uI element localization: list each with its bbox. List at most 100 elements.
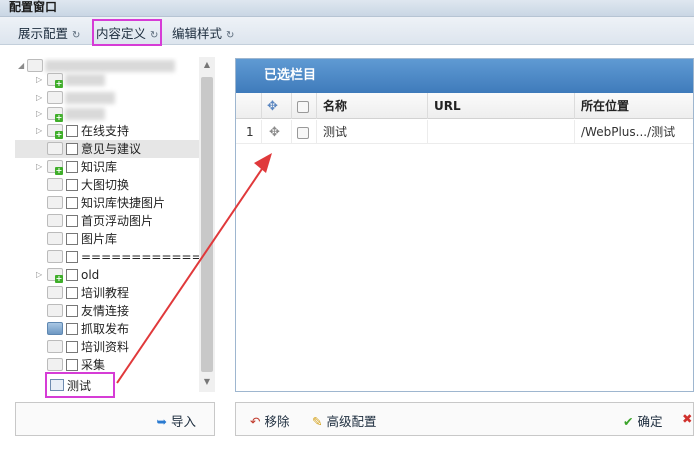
tree-checkbox[interactable] [66, 233, 78, 245]
tree-label: 意见与建议 [81, 142, 142, 156]
folder-open-icon [47, 322, 63, 335]
grid-header-row: ✥ 名称 URL 所在位置 [236, 93, 693, 119]
tree-label: 培训资料 [81, 340, 130, 354]
tree-row[interactable]: 培训资料 [15, 338, 200, 356]
action-toolbar: ↶ 移除 ✎ 高级配置 ✔ 确定 ✖ [235, 402, 694, 436]
tree-row[interactable]: 抓取发布 [15, 320, 200, 338]
table-row[interactable]: 1 ✥ 测试 /WebPlus.../测试 [236, 120, 693, 144]
tree-label: 大图切换 [81, 178, 130, 192]
row-checkbox-cell[interactable] [292, 120, 317, 144]
import-arrow-icon: ➥ [156, 414, 167, 429]
tree-checkbox[interactable] [66, 143, 78, 155]
tree-label: 知识库快捷图片 [81, 196, 166, 210]
folder-icon [47, 286, 63, 299]
document-icon [50, 379, 64, 391]
tree-checkbox[interactable] [66, 215, 78, 227]
tree-checkbox[interactable] [66, 359, 78, 371]
tree-checkbox[interactable] [66, 341, 78, 353]
tree-row[interactable]: 大图切换 [15, 176, 200, 194]
tree-checkbox[interactable] [66, 305, 78, 317]
expand-icon[interactable]: ▷ [36, 122, 42, 140]
refresh-icon[interactable]: ↻ [150, 30, 158, 41]
tree-checkbox[interactable] [66, 125, 78, 137]
tab-display-config[interactable]: 展示配置 ↻ [18, 23, 80, 42]
confirm-button[interactable]: ✔ 确定 [623, 411, 663, 430]
column-header-name[interactable]: 名称 [317, 93, 428, 119]
tree-row[interactable]: ▷ + 知识库 [15, 158, 200, 176]
scroll-down-icon[interactable]: ▼ [199, 377, 215, 386]
row-number: 1 [236, 120, 262, 144]
column-header-url[interactable]: URL [428, 93, 575, 119]
tree-row[interactable]: 培训教程 [15, 284, 200, 302]
expand-icon[interactable]: ▷ [36, 158, 42, 176]
redacted-label [65, 108, 105, 120]
import-bar: ➥ 导入 [15, 402, 215, 436]
tree-item-test-highlighted[interactable]: 测试 [45, 372, 115, 398]
plus-icon: + [55, 113, 63, 122]
plus-icon: + [55, 274, 63, 283]
cell-url [428, 120, 575, 144]
check-icon: ✔ [623, 414, 634, 429]
refresh-icon[interactable]: ↻ [72, 30, 80, 41]
expand-icon[interactable]: ▷ [36, 71, 42, 89]
plus-icon: + [55, 130, 63, 139]
row-move-handle[interactable]: ✥ [262, 120, 292, 144]
tree-scrollbar[interactable]: ▲ ▼ [199, 57, 215, 392]
window-title: 配置窗口 [0, 0, 694, 17]
scroll-up-icon[interactable]: ▲ [199, 60, 215, 69]
remove-button[interactable]: ↶ 移除 [250, 411, 290, 430]
redacted-label [65, 74, 105, 86]
select-all-checkbox[interactable] [297, 100, 309, 113]
tree-row[interactable]: ▷ + old [15, 266, 200, 284]
folder-icon [47, 232, 63, 245]
refresh-icon[interactable]: ↻ [226, 30, 234, 41]
tree-row[interactable]: ============= [15, 248, 212, 266]
tree-row[interactable]: ▷ + 在线支持 [15, 122, 200, 140]
undo-arrow-icon: ↶ [250, 414, 261, 429]
advanced-config-button[interactable]: ✎ 高级配置 [312, 411, 377, 430]
tab-bar: 展示配置 ↻ 内容定义 ↻ 编辑样式 ↻ [0, 17, 694, 46]
plus-icon: + [55, 79, 63, 88]
cancel-icon[interactable]: ✖ [682, 411, 692, 426]
remove-label: 移除 [264, 414, 290, 429]
expand-icon[interactable]: ▷ [36, 266, 42, 284]
tree-label: old [81, 268, 100, 282]
tree-row[interactable]: 友情连接 [15, 302, 200, 320]
tree-row[interactable]: 知识库快捷图片 [15, 194, 200, 212]
column-tree: ◢ ▷ + ▷ ▷ + ▷ + 在线支持 意见与建议 ▷ + 知识库 大图切换 … [15, 57, 215, 392]
column-header-location[interactable]: 所在位置 [575, 93, 693, 119]
tree-checkbox[interactable] [66, 161, 78, 173]
tree-checkbox[interactable] [66, 179, 78, 191]
tree-label: 测试 [67, 379, 92, 393]
tree-label: 抓取发布 [81, 322, 130, 336]
redacted-label [65, 92, 115, 104]
select-all-header[interactable] [292, 93, 317, 119]
tree-row-selected[interactable]: 意见与建议 [15, 140, 200, 158]
expand-icon[interactable]: ▷ [36, 105, 42, 123]
row-number-header [236, 93, 262, 119]
tab-label: 编辑样式 [172, 26, 223, 41]
advanced-config-label: 高级配置 [326, 414, 377, 429]
tree-row[interactable]: 图片库 [15, 230, 200, 248]
folder-icon [47, 340, 63, 353]
scrollbar-thumb[interactable] [201, 77, 213, 372]
tree-label: 图片库 [81, 232, 118, 246]
tree-label: 知识库 [81, 160, 118, 174]
tree-row[interactable]: 首页浮动图片 [15, 212, 200, 230]
tree-checkbox[interactable] [66, 197, 78, 209]
tree-checkbox[interactable] [66, 323, 78, 335]
pencil-icon: ✎ [312, 414, 323, 429]
tree-row[interactable]: ▷ + [15, 105, 200, 123]
tree-row[interactable]: ▷ + [15, 71, 200, 89]
import-button[interactable]: ➥ 导入 [157, 411, 197, 430]
import-label: 导入 [170, 414, 196, 429]
folder-icon [47, 304, 63, 317]
folder-icon [47, 214, 63, 227]
tab-content-definition[interactable]: 内容定义 ↻ [91, 19, 163, 46]
tree-checkbox[interactable] [66, 251, 78, 263]
row-checkbox[interactable] [297, 126, 309, 139]
tab-edit-style[interactable]: 编辑样式 ↻ [172, 23, 234, 42]
tree-checkbox[interactable] [66, 269, 78, 281]
move-icon[interactable]: ✥ [269, 125, 280, 140]
tree-checkbox[interactable] [66, 287, 78, 299]
